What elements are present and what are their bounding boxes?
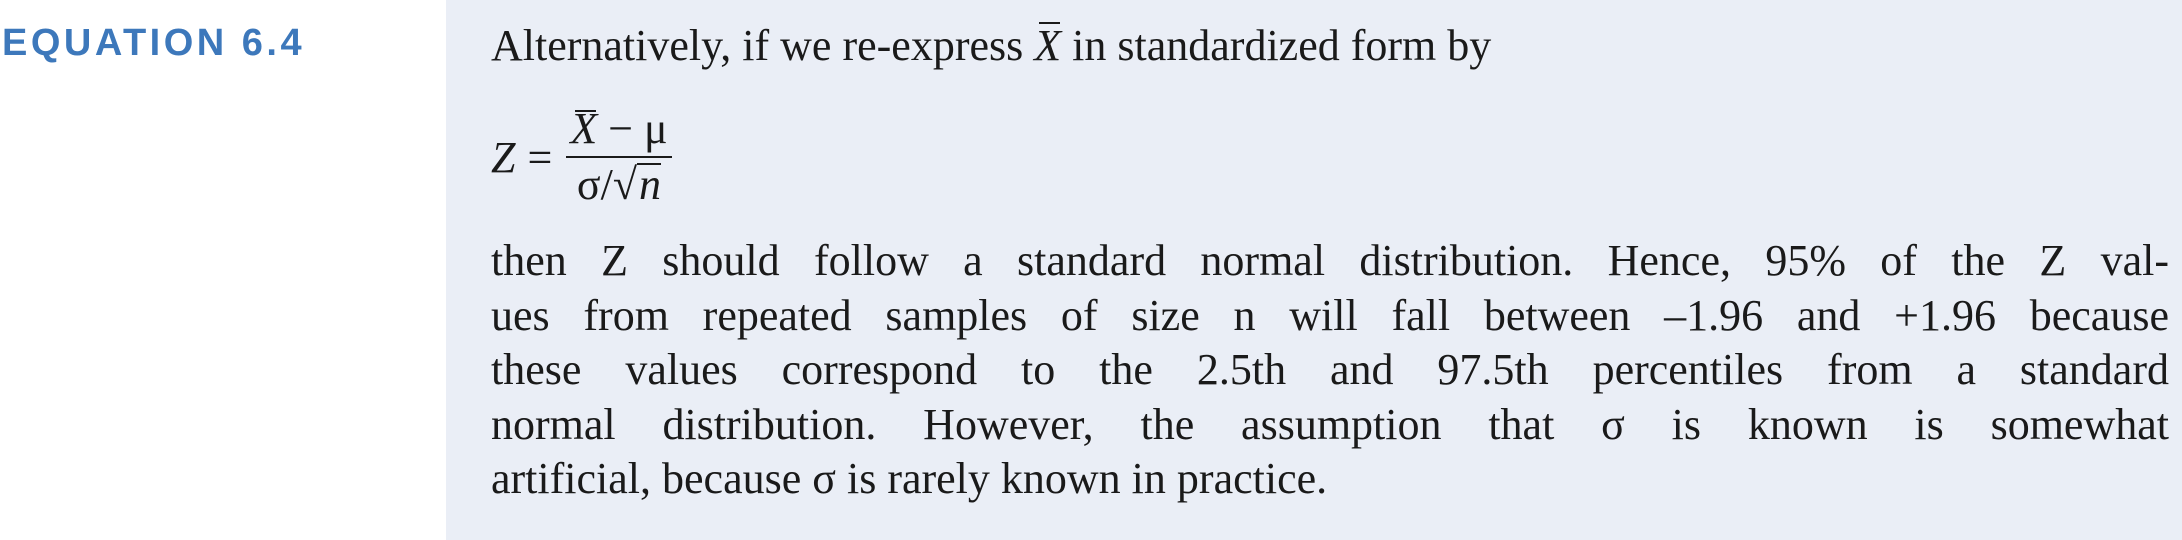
radical-sign: √ xyxy=(612,160,638,209)
intro-sentence: Alternatively, if we re-express X in sta… xyxy=(491,18,1491,74)
paragraph-line: these values correspond to the 2.5th and… xyxy=(491,345,2169,394)
formula-lhs: Z xyxy=(491,132,516,182)
paragraph-line: normal distribution. However, the assump… xyxy=(491,399,2169,449)
intro-text-before: Alternatively, if we re-express xyxy=(491,21,1035,70)
paragraph-line: ues from repeated samples of size n will… xyxy=(491,290,2169,340)
intro-text-after: in standardized form by xyxy=(1061,21,1492,70)
equation-label: EQUATION 6.4 xyxy=(2,22,306,64)
equation-panel: Alternatively, if we re-express X in sta… xyxy=(446,0,2182,540)
radicand-n: n xyxy=(637,160,662,209)
paragraph-line: artificial, because σ is rarely known in… xyxy=(491,454,1328,503)
formula-denominator: σ/√n xyxy=(573,158,665,208)
denominator-sigma: σ/ xyxy=(576,160,613,209)
standardization-formula: Z = X − μ σ/√n xyxy=(491,102,672,212)
explanation-paragraph: then Z should follow a standard normal d… xyxy=(491,234,2169,507)
formula-numerator: X − μ xyxy=(566,106,671,156)
numerator-minus-mu: − μ xyxy=(597,104,668,153)
paragraph-line: then Z should follow a standard normal d… xyxy=(491,236,2169,285)
formula-fraction: X − μ σ/√n xyxy=(566,106,672,208)
x-bar-symbol: X xyxy=(1034,18,1061,74)
label-column: EQUATION 6.4 xyxy=(0,0,446,540)
formula-equals-sign: = xyxy=(527,132,553,182)
numerator-x-bar: X xyxy=(570,104,598,153)
